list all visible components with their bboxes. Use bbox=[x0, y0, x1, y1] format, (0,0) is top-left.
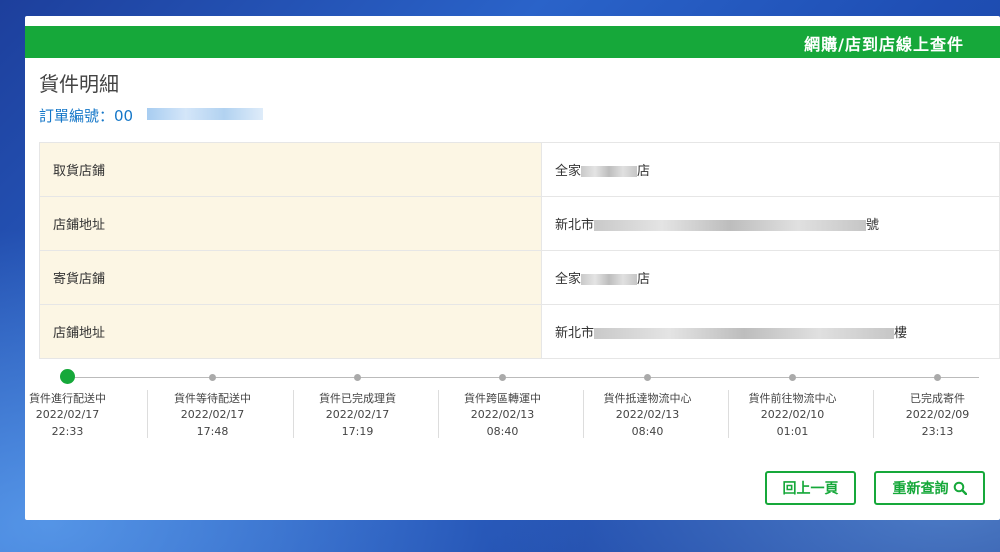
redacted-text bbox=[594, 220, 867, 231]
search-icon bbox=[953, 481, 967, 496]
back-button-label: 回上一頁 bbox=[782, 481, 839, 497]
row-label: 店鋪地址 bbox=[39, 196, 542, 251]
value-suffix: 店 bbox=[637, 272, 651, 287]
row-label: 寄貨店鋪 bbox=[39, 250, 542, 305]
step-date: 2022/02/13 bbox=[615, 408, 680, 421]
search-again-button[interactable]: 重新查詢 bbox=[874, 471, 985, 505]
step-date: 2022/02/10 bbox=[760, 408, 825, 421]
status-dot-icon bbox=[934, 374, 941, 381]
row-value: 全家 店 bbox=[541, 142, 1000, 197]
tracking-card: 網購/店到店線上查件 貨件明細 訂單編號：00 取貨店鋪 全家店 店鋪地址 新北… bbox=[25, 16, 1000, 520]
value-prefix: 新北市 bbox=[555, 326, 595, 341]
step-name: 貨件前往物流中心 bbox=[748, 392, 837, 405]
step-time: 08:40 bbox=[486, 425, 519, 438]
shipment-info-table: 取貨店鋪 全家店 店鋪地址 新北市號 寄貨店鋪 全家店 店鋪地址 新北市樓 bbox=[39, 142, 1000, 359]
row-label: 店鋪地址 bbox=[39, 304, 542, 359]
search-button-label: 重新查詢 bbox=[892, 481, 949, 497]
value-suffix: 樓 bbox=[894, 326, 908, 341]
value-prefix: 全家 bbox=[555, 164, 582, 179]
step-date: 2022/02/17 bbox=[325, 408, 390, 421]
redacted-text bbox=[581, 274, 638, 285]
status-dot-icon bbox=[60, 369, 75, 384]
value-suffix: 號 bbox=[866, 218, 880, 233]
status-dot-icon bbox=[354, 374, 361, 381]
redacted-text bbox=[581, 166, 638, 177]
table-row: 店鋪地址 新北市 號 bbox=[39, 196, 1000, 251]
status-dot-icon bbox=[499, 374, 506, 381]
status-dot-icon bbox=[789, 374, 796, 381]
status-dot-icon bbox=[644, 374, 651, 381]
step-time: 08:40 bbox=[631, 425, 664, 438]
timeline-track bbox=[67, 377, 979, 378]
step-time: 17:19 bbox=[341, 425, 374, 438]
row-value: 新北市 號 bbox=[541, 196, 1000, 251]
step-name: 貨件等待配送中 bbox=[174, 392, 251, 405]
header-banner: 網購/店到店線上查件 bbox=[25, 26, 1000, 58]
back-button[interactable]: 回上一頁 bbox=[765, 471, 856, 505]
row-value: 全家 店 bbox=[541, 250, 1000, 305]
order-number: 訂單編號：00 bbox=[39, 107, 134, 125]
step-name: 已完成寄件 bbox=[910, 392, 965, 405]
table-row: 店鋪地址 新北市 樓 bbox=[39, 304, 1000, 359]
row-value: 新北市 樓 bbox=[541, 304, 1000, 359]
step-time: 01:01 bbox=[776, 425, 809, 438]
value-prefix: 全家 bbox=[555, 272, 582, 287]
step-name: 貨件進行配送中 bbox=[29, 392, 106, 405]
shipment-timeline: 貨件進行配送中 2022/02/17 22:33 貨件等待配送中 2022/02… bbox=[29, 366, 995, 456]
value-suffix: 店 bbox=[637, 164, 651, 179]
step-time: 23:13 bbox=[921, 425, 954, 438]
step-date: 2022/02/09 bbox=[905, 408, 970, 421]
table-row: 取貨店鋪 全家 店 bbox=[39, 142, 1000, 197]
page-title: 貨件明細 bbox=[39, 72, 119, 96]
value-prefix: 新北市 bbox=[555, 218, 595, 233]
step-time: 17:48 bbox=[196, 425, 229, 438]
table-row: 寄貨店鋪 全家 店 bbox=[39, 250, 1000, 305]
header-title: 網購/店到店線上查件 bbox=[804, 35, 964, 54]
step-name: 貨件跨區轉運中 bbox=[464, 392, 541, 405]
row-label: 取貨店鋪 bbox=[39, 142, 542, 197]
step-name: 貨件已完成理貨 bbox=[319, 392, 396, 405]
step-date: 2022/02/13 bbox=[470, 408, 535, 421]
order-number-redacted bbox=[147, 108, 263, 120]
step-date: 2022/02/17 bbox=[180, 408, 245, 421]
step-name: 貨件抵達物流中心 bbox=[603, 392, 692, 405]
status-dot-icon bbox=[209, 374, 216, 381]
redacted-text bbox=[594, 328, 895, 339]
step-time: 22:33 bbox=[51, 425, 84, 438]
step-date: 2022/02/17 bbox=[35, 408, 100, 421]
